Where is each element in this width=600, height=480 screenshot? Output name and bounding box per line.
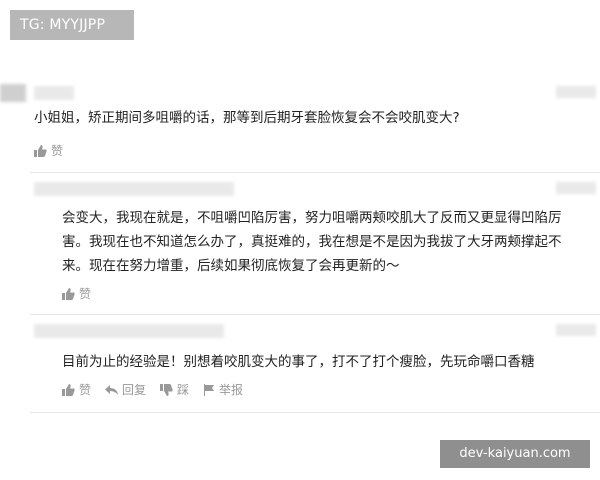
divider xyxy=(30,314,600,315)
like-label: 赞 xyxy=(79,287,92,301)
reply-label: 回复 xyxy=(122,383,147,397)
divider xyxy=(30,412,600,413)
report-button[interactable]: 举报 xyxy=(203,381,243,398)
like-label: 赞 xyxy=(51,144,64,158)
reply-timestamp-blurred xyxy=(556,324,596,336)
reply-line: 来。现在在努力增重，后续如果彻底恢复了会再更新的～ xyxy=(62,258,400,274)
report-label: 举报 xyxy=(219,383,244,397)
reply-username-blurred[interactable] xyxy=(34,324,224,338)
comment-actions: 赞 xyxy=(34,142,77,159)
reply-actions: 赞 回复 踩 举报 xyxy=(62,381,257,398)
watermark: dev-kaiyuan.com xyxy=(440,440,590,468)
reply-text: 目前为止的经验是！别想着咬肌变大的事了，打不了打个瘦脸，先玩命嚼口香糖 xyxy=(62,354,535,370)
thumbs-up-icon xyxy=(62,383,75,396)
reply-text: 会变大，我现在就是，不咀嚼凹陷厉害，努力咀嚼两颊咬肌大了反而又更显得凹陷厉 害。… xyxy=(62,206,562,278)
reply-actions: 赞 xyxy=(62,285,105,302)
comment-text: 小姐姐，矫正期间多咀嚼的话，那等到后期牙套脸恢复会不会咬肌变大? xyxy=(34,110,460,126)
thumbs-up-icon xyxy=(34,144,47,157)
timestamp-blurred xyxy=(556,86,596,98)
reply-timestamp-blurred xyxy=(556,182,596,194)
reply-line: 害。我现在也不知道怎么办了，真挺难的，我在想是不是因为我拔了大牙两颊撑起不 xyxy=(62,234,562,250)
divider xyxy=(30,172,600,173)
tg-badge: TG: MYYJJPP xyxy=(10,10,134,40)
like-button[interactable]: 赞 xyxy=(62,381,91,398)
username-blurred[interactable] xyxy=(34,86,74,100)
reply-line: 会变大，我现在就是，不咀嚼凹陷厉害，努力咀嚼两颊咬肌大了反而又更显得凹陷厉 xyxy=(62,210,562,226)
reply-username-blurred[interactable] xyxy=(34,182,234,196)
reply-icon xyxy=(105,384,119,395)
flag-icon xyxy=(204,383,215,396)
thumbs-down-icon xyxy=(160,383,173,396)
dislike-button[interactable]: 踩 xyxy=(160,381,189,398)
thumbs-up-icon xyxy=(62,287,75,300)
reply-button[interactable]: 回复 xyxy=(105,381,146,398)
like-button[interactable]: 赞 xyxy=(62,285,91,302)
avatar[interactable] xyxy=(0,84,26,102)
like-label: 赞 xyxy=(79,383,92,397)
dislike-label: 踩 xyxy=(177,383,190,397)
like-button[interactable]: 赞 xyxy=(34,142,63,159)
